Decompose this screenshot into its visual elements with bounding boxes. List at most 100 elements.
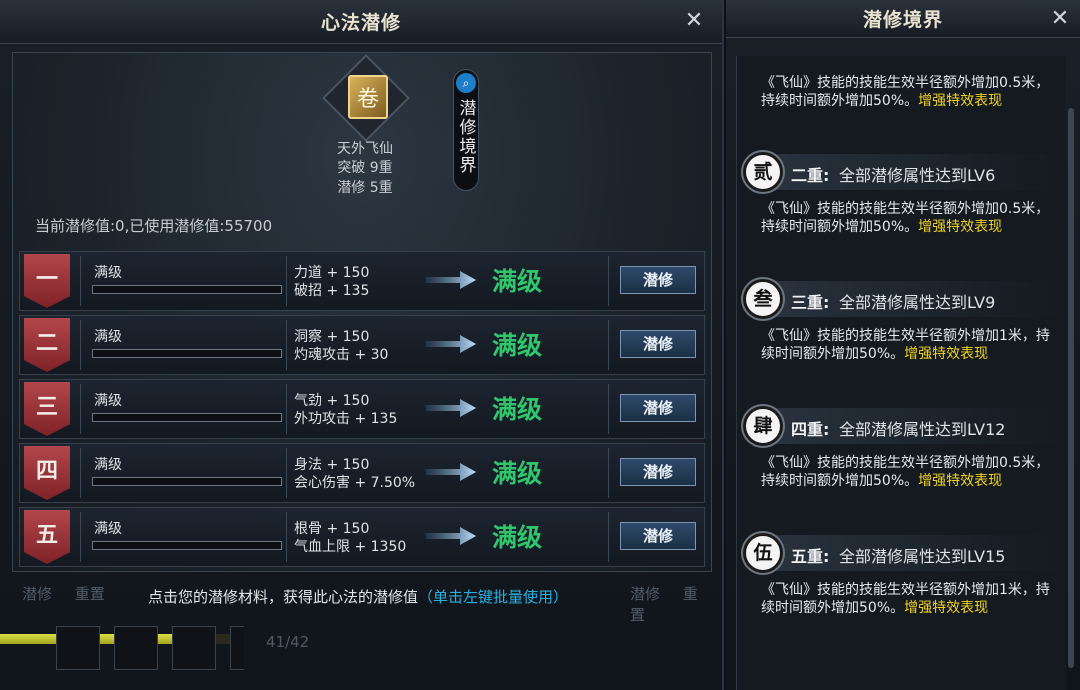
row-divider xyxy=(286,512,287,562)
cultivation-row: 四 满级 身法 + 150 会心伤害 + 7.50% 满级 潜修 xyxy=(19,443,705,503)
tier-description: 《飞仙》技能的技能生效半径额外增加1米，持续时间额外增加50%。增强特效表现 xyxy=(761,581,1051,617)
realm-window: 潜修境界 ✕ 《飞仙》技能的技能生效半径额外增加0.5米，持续时间额外增加50%… xyxy=(726,0,1080,690)
row-divider xyxy=(286,320,287,370)
tier-name: 三重: xyxy=(791,293,830,312)
hint-text: 点击您的潜修材料，获得此心法的潜修值（单击左键批量使用） xyxy=(148,586,568,607)
item-slot-3[interactable] xyxy=(172,626,216,670)
item-slot-1[interactable] xyxy=(56,626,100,670)
row-divider xyxy=(608,448,609,498)
page-count: 41/42 xyxy=(266,633,310,651)
row-divider xyxy=(80,512,81,562)
tier-header: 叁 三重: 全部潜修属性达到LV9 xyxy=(743,279,1063,319)
tier-condition: 全部潜修属性达到LV15 xyxy=(839,547,1006,566)
tier-name: 二重: xyxy=(791,166,830,185)
row-stat-secondary: 外功攻击 + 135 xyxy=(294,411,398,427)
row-result: 满级 xyxy=(492,459,543,488)
close-icon[interactable]: ✕ xyxy=(682,9,706,33)
row-divider xyxy=(80,256,81,306)
item-slot-4[interactable] xyxy=(230,626,244,670)
realm-button[interactable]: ⌕ 潜修境界 xyxy=(453,69,479,191)
skill-name: 天外飞仙 xyxy=(337,141,393,157)
cultivation-summary: 当前潜修值:0,已使用潜修值:55700 xyxy=(35,217,273,235)
tier-header: 伍 五重: 全部潜修属性达到LV15 xyxy=(743,533,1063,573)
tier-condition: 全部潜修属性达到LV6 xyxy=(839,166,996,185)
arrow-right-icon xyxy=(426,271,476,289)
realm-button-label: 潜修境界 xyxy=(455,99,476,175)
row-cultivate-button[interactable]: 潜修 xyxy=(620,522,696,550)
cultivation-row: 一 满级 力道 + 150 破招 + 135 满级 潜修 xyxy=(19,251,705,311)
arrow-right-icon xyxy=(426,335,476,353)
row-stat-secondary: 破招 + 135 xyxy=(294,283,370,299)
row-rank-badge: 二 xyxy=(24,318,70,372)
row-result: 满级 xyxy=(492,395,543,424)
tier-1-desc-text: 《飞仙》技能的技能生效半径额外增加0.5米，持续时间额外增加50%。 xyxy=(761,75,1050,109)
row-status: 满级 xyxy=(94,393,122,409)
row-rank-badge: 五 xyxy=(24,510,70,564)
row-cultivate-button[interactable]: 潜修 xyxy=(620,394,696,422)
cultivation-row: 三 满级 气劲 + 150 外功攻击 + 135 满级 潜修 xyxy=(19,379,705,439)
row-rank-badge: 三 xyxy=(24,382,70,436)
realm-scrollbar[interactable] xyxy=(1068,108,1074,668)
row-status: 满级 xyxy=(94,457,122,473)
row-status: 满级 xyxy=(94,329,122,345)
tier-name: 五重: xyxy=(791,547,830,566)
skill-cultivation-level: 潜修 5重 xyxy=(337,180,393,196)
tier-description: 《飞仙》技能的技能生效半径额外增加0.5米，持续时间额外增加50%。增强特效表现 xyxy=(761,454,1051,490)
item-slot-2[interactable] xyxy=(114,626,158,670)
tier-header: 肆 四重: 全部潜修属性达到LV12 xyxy=(743,406,1063,446)
row-cultivate-button[interactable]: 潜修 xyxy=(620,458,696,486)
tier-rank-icon: 贰 xyxy=(743,152,783,192)
tier-header: 贰 二重: 全部潜修属性达到LV6 xyxy=(743,152,1063,192)
row-divider xyxy=(608,384,609,434)
tier-1-desc-highlight: 增强特效表现 xyxy=(918,93,1003,109)
skill-breakthrough: 突破 9重 xyxy=(337,160,393,176)
row-stat-secondary: 气血上限 + 1350 xyxy=(294,539,407,555)
bottom-tab-reset[interactable]: 重置 xyxy=(75,585,105,603)
arrow-right-icon xyxy=(426,463,476,481)
cultivation-title: 心法潜修 xyxy=(320,12,401,34)
tier-rank-icon: 叁 xyxy=(743,279,783,319)
row-stat-primary: 根骨 + 150 xyxy=(294,521,370,537)
tier-desc-text: 《飞仙》技能的技能生效半径额外增加0.5米，持续时间额外增加50%。 xyxy=(761,455,1050,489)
row-cultivate-button[interactable]: 潜修 xyxy=(620,330,696,358)
realm-close-icon[interactable]: ✕ xyxy=(1048,7,1072,31)
bottom-tab-cultivate[interactable]: 潜修 xyxy=(22,585,52,603)
row-result: 满级 xyxy=(492,523,543,552)
arrow-right-icon xyxy=(426,527,476,545)
hint-main: 点击您的潜修材料，获得此心法的潜修值 xyxy=(148,588,419,606)
realm-title: 潜修境界 xyxy=(862,9,943,31)
row-divider xyxy=(608,320,609,370)
row-rank-badge: 一 xyxy=(24,254,70,308)
row-cultivate-button[interactable]: 潜修 xyxy=(620,266,696,294)
bottom-tab-cultivate-right[interactable]: 潜修 xyxy=(630,585,660,603)
scroll-book-icon[interactable]: 卷 xyxy=(348,75,388,119)
cultivation-titlebar: 心法潜修 ✕ xyxy=(0,0,722,44)
tier-desc-text: 《飞仙》技能的技能生效半径额外增加0.5米，持续时间额外增加50%。 xyxy=(761,201,1050,235)
row-divider xyxy=(286,448,287,498)
row-divider xyxy=(80,320,81,370)
row-stat-secondary: 灼魂攻击 + 30 xyxy=(294,347,389,363)
tier-desc-highlight: 增强特效表现 xyxy=(904,600,989,616)
row-progress-bar xyxy=(92,349,282,358)
cultivation-row: 五 满级 根骨 + 150 气血上限 + 1350 满级 潜修 xyxy=(19,507,705,567)
tier-description: 《飞仙》技能的技能生效半径额外增加1米，持续时间额外增加50%。增强特效表现 xyxy=(761,327,1051,363)
tier-rank-icon: 肆 xyxy=(743,406,783,446)
cultivation-row: 二 满级 洞察 + 150 灼魂攻击 + 30 满级 潜修 xyxy=(19,315,705,375)
tier-desc-highlight: 增强特效表现 xyxy=(918,219,1003,235)
realm-list[interactable]: 《飞仙》技能的技能生效半径额外增加0.5米，持续时间额外增加50%。增强特效表现… xyxy=(736,56,1066,690)
row-rank-badge: 四 xyxy=(24,446,70,500)
row-progress-bar xyxy=(92,285,282,294)
tier-desc-highlight: 增强特效表现 xyxy=(904,346,989,362)
row-status: 满级 xyxy=(94,521,122,537)
row-divider xyxy=(608,256,609,306)
tier-desc-highlight: 增强特效表现 xyxy=(918,473,1003,489)
realm-titlebar: 潜修境界 ✕ xyxy=(726,0,1080,38)
magnifier-icon: ⌕ xyxy=(456,73,476,93)
row-stat-primary: 气劲 + 150 xyxy=(294,393,370,409)
tier-description: 《飞仙》技能的技能生效半径额外增加0.5米，持续时间额外增加50%。增强特效表现 xyxy=(761,200,1051,236)
row-divider xyxy=(608,512,609,562)
tier-1-description: 《飞仙》技能的技能生效半径额外增加0.5米，持续时间额外增加50%。增强特效表现 xyxy=(761,74,1051,110)
hint-batch-link[interactable]: （单击左键批量使用） xyxy=(418,588,568,606)
row-divider xyxy=(80,448,81,498)
row-divider xyxy=(286,256,287,306)
